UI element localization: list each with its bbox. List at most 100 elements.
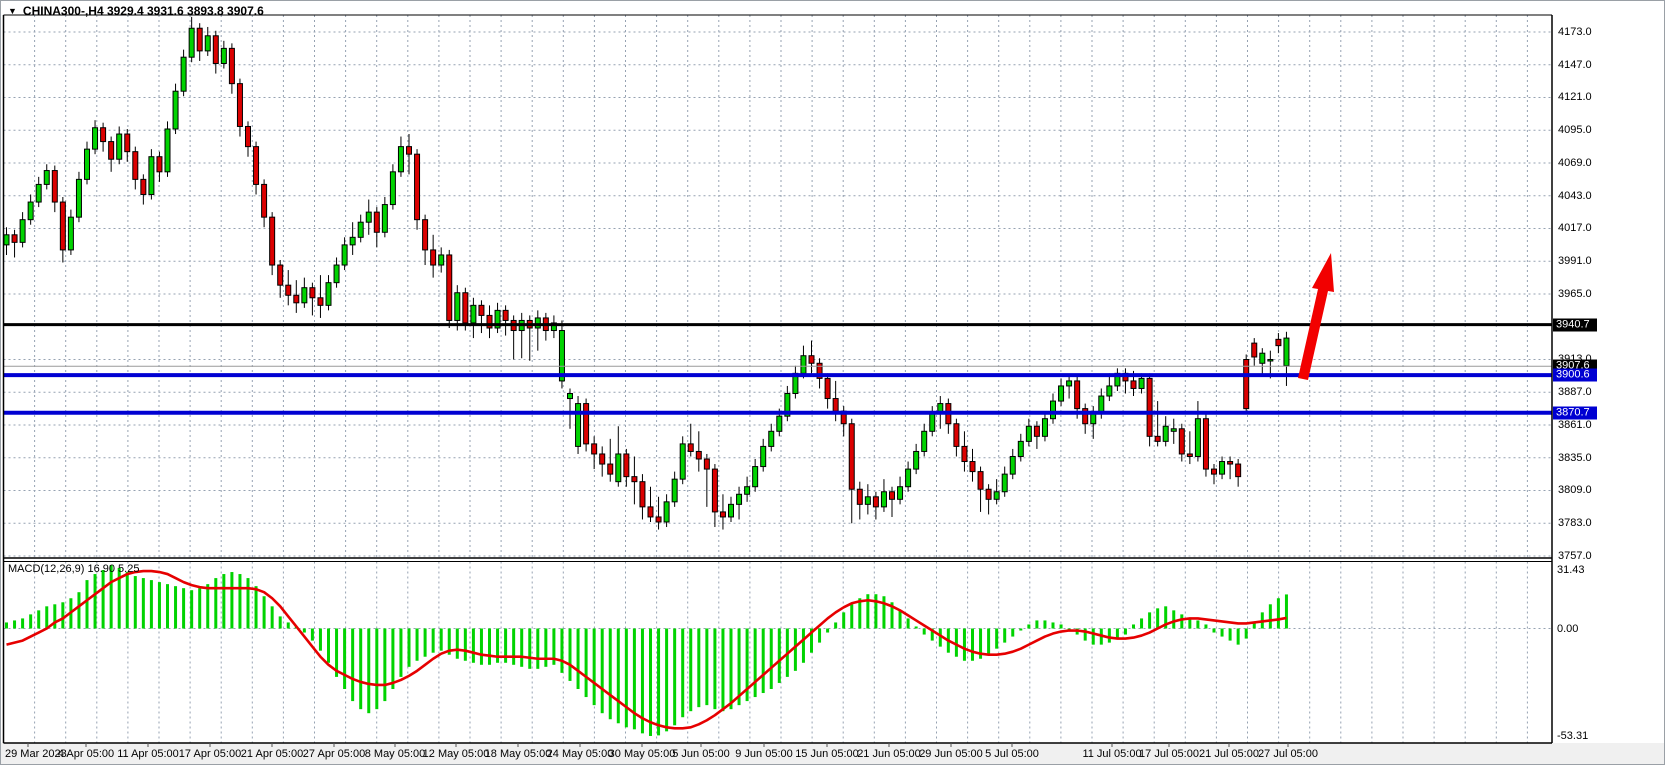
time-axis-label: 9 Jun 05:00	[735, 748, 793, 760]
macd-histogram-bar	[754, 629, 757, 698]
candle-body	[1179, 429, 1184, 454]
candle-body	[487, 315, 492, 328]
macd-histogram-bar	[802, 629, 805, 663]
macd-histogram-bar	[601, 629, 604, 714]
candle-body	[28, 202, 33, 220]
candle-body	[1187, 454, 1192, 457]
macd-histogram-bar	[327, 629, 330, 663]
candle-body	[463, 293, 468, 323]
macd-histogram-bar	[874, 594, 877, 628]
candle-body	[704, 459, 709, 469]
macd-histogram-bar	[319, 629, 322, 651]
macd-histogram-bar	[1229, 629, 1232, 641]
time-axis-label: 12 May 05:00	[423, 748, 490, 760]
macd-histogram-bar	[1132, 624, 1135, 628]
macd-histogram-bar	[778, 629, 781, 683]
macd-histogram-bar	[1237, 629, 1240, 645]
candle-body	[1018, 441, 1023, 456]
macd-histogram-bar	[1148, 612, 1151, 628]
macd-histogram-bar	[222, 574, 225, 628]
macd-histogram-bar	[1011, 629, 1014, 637]
macd-histogram-bar	[375, 629, 378, 710]
macd-histogram-bar	[287, 622, 290, 628]
candle-body	[197, 28, 202, 51]
time-axis-label: 24 May 05:00	[547, 748, 614, 760]
macd-histogram-bar	[263, 596, 266, 628]
candle-body	[1091, 414, 1096, 424]
candle-body	[68, 217, 73, 250]
macd-histogram-bar	[391, 629, 394, 689]
macd-histogram-bar	[343, 629, 346, 689]
macd-histogram-bar	[134, 576, 137, 628]
price-axis-label: 3861.0	[1558, 419, 1592, 431]
macd-histogram-bar	[77, 592, 80, 628]
trading-chart-window: ▼ CHINA300-,H4 3929.4 3931.6 3893.8 3907…	[0, 0, 1665, 765]
candle-body	[398, 147, 403, 172]
macd-histogram-bar	[279, 616, 282, 628]
candle-body	[366, 212, 371, 222]
macd-histogram-bar	[440, 629, 443, 651]
candle-body	[246, 126, 251, 146]
candle-body	[608, 464, 613, 474]
macd-histogram-bar	[882, 596, 885, 628]
candle-body	[680, 444, 685, 479]
candle-body	[994, 492, 999, 500]
macd-histogram-bar	[166, 584, 169, 628]
macd-histogram-bar	[480, 629, 483, 665]
chart-canvas[interactable]	[1, 1, 1665, 765]
candle-body	[294, 295, 299, 303]
candle-body	[1002, 474, 1007, 492]
candle-body	[1051, 401, 1056, 419]
candle-body	[753, 467, 758, 487]
price-axis-label: 3887.0	[1558, 386, 1592, 398]
candle-body	[664, 502, 669, 522]
candle-body	[1195, 419, 1200, 457]
macd-histogram-bar	[987, 629, 990, 655]
candle-body	[696, 451, 701, 459]
macd-histogram-bar	[705, 629, 708, 706]
macd-histogram-bar	[762, 629, 765, 694]
macd-histogram-bar	[1060, 624, 1063, 628]
macd-histogram-bar	[560, 629, 563, 673]
macd-histogram-bar	[142, 578, 145, 628]
chart-title: CHINA300-,H4 3929.4 3931.6 3893.8 3907.6	[23, 4, 264, 18]
time-axis-label: 21 Jun 05:00	[857, 748, 921, 760]
candle-body	[237, 84, 242, 127]
candle-body	[12, 235, 17, 243]
candle-body	[809, 356, 814, 364]
macd-histogram-bar	[1277, 598, 1280, 628]
candle-body	[1284, 338, 1289, 366]
macd-histogram-bar	[359, 629, 362, 710]
price-axis-label: 4173.0	[1558, 26, 1592, 38]
macd-histogram-bar	[1196, 620, 1199, 628]
macd-histogram-bar	[424, 629, 427, 657]
macd-histogram-bar	[730, 629, 733, 710]
candle-body	[455, 293, 460, 321]
macd-histogram-bar	[520, 629, 523, 667]
candle-body	[1228, 462, 1233, 465]
symbol-dropdown-icon[interactable]: ▼	[8, 6, 17, 16]
macd-histogram-bar	[569, 629, 572, 681]
candle-body	[1268, 359, 1273, 361]
time-axis-label: 21 Jul 05:00	[1199, 748, 1259, 760]
macd-histogram-bar	[472, 629, 475, 663]
macd-histogram-bar	[1003, 629, 1006, 643]
candle-body	[640, 482, 645, 507]
candle-body	[407, 147, 412, 155]
candle-body	[278, 265, 283, 285]
candle-body	[873, 497, 878, 507]
candle-body	[101, 128, 106, 142]
candle-body	[712, 469, 717, 512]
candle-body	[1131, 381, 1136, 389]
candle-body	[479, 305, 484, 315]
candle-body	[1220, 462, 1225, 475]
macd-histogram-bar	[697, 629, 700, 708]
chart-background	[1, 1, 1665, 743]
macd-histogram-bar	[255, 586, 258, 628]
candle-body	[471, 305, 476, 323]
macd-histogram-bar	[794, 629, 797, 671]
macd-histogram-bar	[689, 629, 692, 712]
macd-histogram-bar	[1108, 629, 1111, 643]
macd-histogram-bar	[1213, 629, 1216, 633]
candle-body	[898, 487, 903, 500]
